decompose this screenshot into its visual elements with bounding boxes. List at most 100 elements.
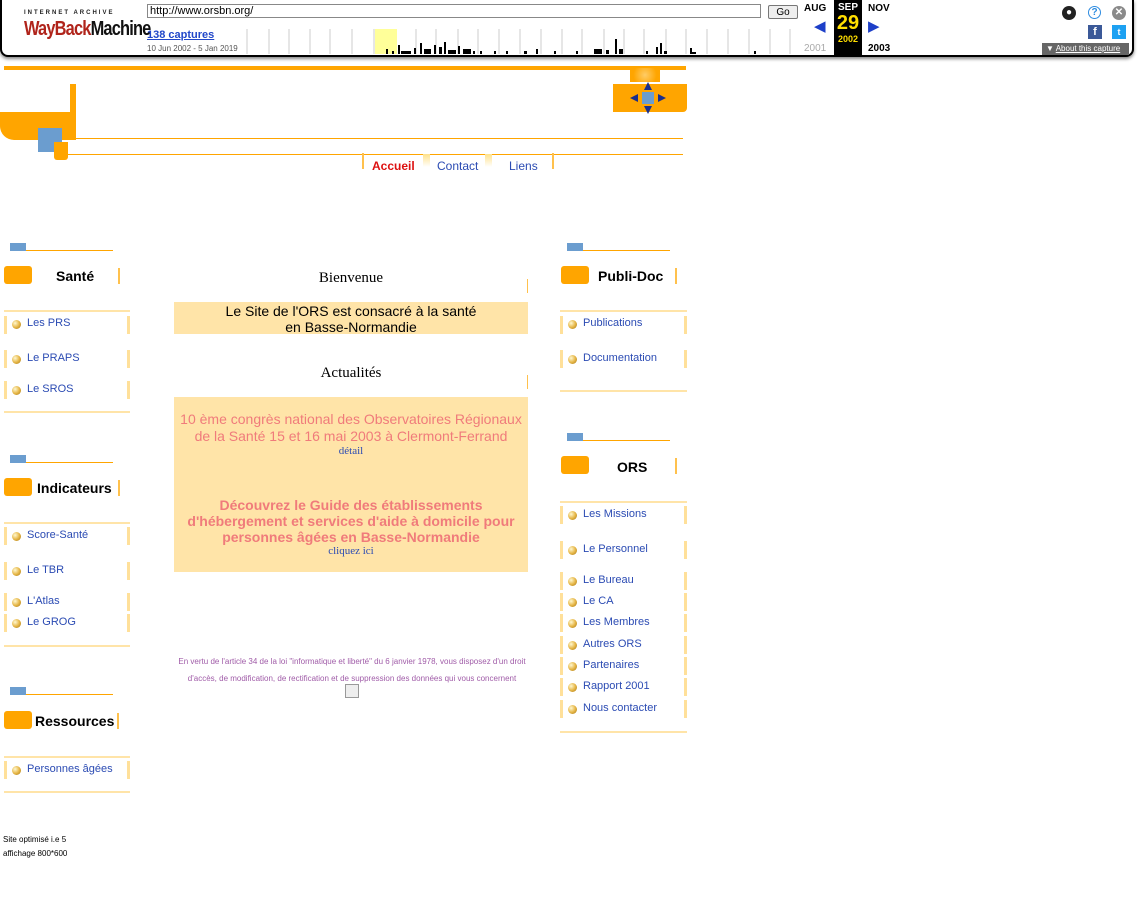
wayback-prev-month[interactable]: AUG xyxy=(804,3,826,14)
wayback-logo[interactable]: WayBackMachine xyxy=(24,18,152,41)
intro-line-1: Le Site de l'ORS est consacré à la santé xyxy=(225,303,477,319)
menu-vbar xyxy=(4,562,7,580)
sante-item-sros[interactable]: Le SROS xyxy=(27,383,73,395)
indicateurs-folder-icon xyxy=(4,478,32,496)
news-guide-line-2: d'hébergement et services d'aide à domic… xyxy=(187,513,515,529)
wayback-prev-arrow-icon[interactable]: ◀ xyxy=(814,17,826,35)
wayback-current-date: SEP 29 2002 xyxy=(834,0,862,56)
bullet-icon xyxy=(568,598,577,607)
ors-item-nous-contacter[interactable]: Nous contacter xyxy=(583,702,657,714)
indicateurs-item-score-sante[interactable]: Score-Santé xyxy=(27,529,88,541)
bullet-icon xyxy=(568,619,577,628)
wayback-logo-b: Machine xyxy=(90,18,152,40)
close-icon[interactable]: ✕ xyxy=(1112,6,1126,20)
nav-contact[interactable]: Contact xyxy=(437,159,478,173)
indicateurs-item-grog[interactable]: Le GROG xyxy=(27,616,76,628)
wayback-next-year[interactable]: 2003 xyxy=(868,43,890,54)
ressources-decor-line xyxy=(26,694,113,695)
footer-line-2: affichage 800*600 xyxy=(3,849,68,858)
legal-line-1: En vertu de l'article 34 de la loi "info… xyxy=(178,657,526,666)
header-line-1 xyxy=(76,138,683,139)
menu-vbar xyxy=(560,678,563,696)
header-logo-cutout xyxy=(0,84,70,112)
sante-item-praps[interactable]: Le PRAPS xyxy=(27,352,80,364)
ressources-item-personnes-agees[interactable]: Personnes âgées xyxy=(27,763,113,775)
footer-note: Site optimisé i.e 5 affichage 800*600 xyxy=(3,833,67,861)
nav-accueil[interactable]: Accueil xyxy=(372,159,415,173)
intro-line-2: en Basse-Normandie xyxy=(285,319,417,335)
bienvenue-bar xyxy=(527,279,528,293)
bullet-icon xyxy=(568,355,577,364)
ors-item-membres[interactable]: Les Membres xyxy=(583,616,650,628)
menu-vbar xyxy=(684,700,687,718)
ors-item-personnel[interactable]: Le Personnel xyxy=(583,543,648,555)
nav-divider xyxy=(552,153,554,169)
ors-item-missions[interactable]: Les Missions xyxy=(583,508,647,520)
ors-item-bureau[interactable]: Le Bureau xyxy=(583,574,634,586)
indicateurs-bottom-line xyxy=(4,645,130,647)
nav-liens[interactable]: Liens xyxy=(509,159,538,173)
ors-item-rapport-2001[interactable]: Rapport 2001 xyxy=(583,680,650,692)
broken-image-icon xyxy=(345,684,359,698)
help-icon[interactable]: ? xyxy=(1088,6,1101,19)
wayback-url-input[interactable] xyxy=(147,4,761,18)
publidoc-item-publications[interactable]: Publications xyxy=(583,317,642,329)
compass-icon xyxy=(630,82,666,114)
footer-line-1: Site optimisé i.e 5 xyxy=(3,835,67,844)
bullet-icon xyxy=(568,662,577,671)
nav-separator xyxy=(485,154,492,167)
wayback-captures-link[interactable]: 138 captures xyxy=(147,29,214,41)
sante-item-prs[interactable]: Les PRS xyxy=(27,317,70,329)
ors-item-autres-ors[interactable]: Autres ORS xyxy=(583,638,642,650)
wayback-current-day: 29 xyxy=(836,12,860,34)
wayback-go-button[interactable]: Go xyxy=(768,5,798,19)
news-box: 10 ème congrès national des Observatoire… xyxy=(174,397,528,572)
menu-vbar xyxy=(560,572,563,590)
ors-decor-blue xyxy=(567,433,583,441)
bullet-icon xyxy=(12,386,21,395)
ors-top-line xyxy=(560,501,687,503)
bullet-icon xyxy=(568,320,577,329)
publidoc-bottom-line xyxy=(560,390,687,392)
indicateurs-item-atlas[interactable]: L'Atlas xyxy=(27,595,60,607)
indicateurs-top-line xyxy=(4,522,130,524)
nav-divider xyxy=(362,153,364,169)
ressources-top-line xyxy=(4,756,130,758)
indicateurs-item-tbr[interactable]: Le TBR xyxy=(27,564,64,576)
ressources-decor-blue xyxy=(10,687,26,695)
bullet-icon xyxy=(568,511,577,520)
menu-vbar xyxy=(684,593,687,611)
bullet-icon xyxy=(568,683,577,692)
publidoc-item-documentation[interactable]: Documentation xyxy=(583,352,657,364)
publidoc-decor-blue xyxy=(567,243,583,251)
indicateurs-decor-line xyxy=(26,462,113,463)
bullet-icon xyxy=(12,766,21,775)
bullet-icon xyxy=(12,619,21,628)
bullet-icon xyxy=(12,355,21,364)
wayback-date-range: 10 Jun 2002 - 5 Jan 2019 xyxy=(147,44,238,53)
news-detail-link[interactable]: détail xyxy=(174,445,528,457)
menu-vbar xyxy=(4,761,7,779)
wayback-next-arrow-icon[interactable]: ▶ xyxy=(868,17,880,35)
ressources-title-bar xyxy=(117,713,119,729)
wayback-next-month[interactable]: NOV xyxy=(868,3,890,14)
user-icon[interactable]: ● xyxy=(1062,6,1076,20)
twitter-icon[interactable]: t xyxy=(1112,25,1126,39)
news-cliquez-link[interactable]: cliquez ici xyxy=(174,545,528,557)
wayback-sparkline[interactable] xyxy=(244,29,794,54)
wayback-about-label: About this capture xyxy=(1055,44,1121,53)
ors-item-ca[interactable]: Le CA xyxy=(583,595,614,607)
facebook-icon[interactable]: f xyxy=(1088,25,1102,39)
menu-vbar xyxy=(560,350,563,368)
ors-item-partenaires[interactable]: Partenaires xyxy=(583,659,639,671)
bullet-icon xyxy=(12,567,21,576)
menu-vbar xyxy=(684,572,687,590)
bienvenue-heading: Bienvenue xyxy=(318,270,384,286)
menu-vbar xyxy=(560,700,563,718)
news-guide-line-3: personnes âgées en Basse-Normandie xyxy=(222,529,480,545)
legal-notice: En vertu de l'article 34 de la loi "info… xyxy=(150,653,554,687)
wayback-about-capture[interactable]: ▼ About this capture xyxy=(1042,43,1129,55)
sante-top-line xyxy=(4,310,130,312)
wayback-prev-year[interactable]: 2001 xyxy=(804,43,826,54)
menu-vbar xyxy=(560,506,563,524)
